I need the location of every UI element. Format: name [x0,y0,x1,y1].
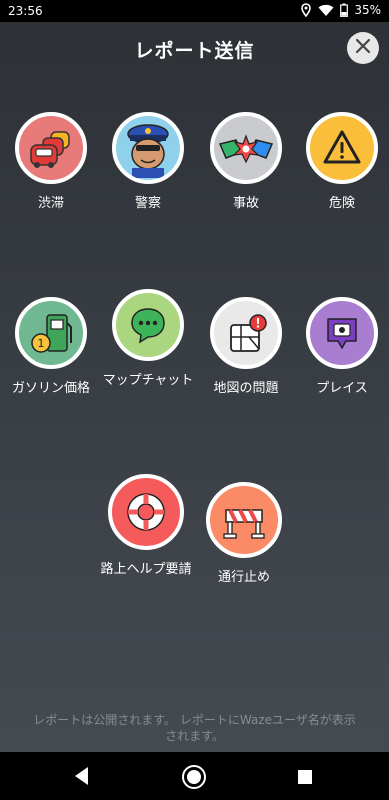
report-hazard[interactable]: 危険 [294,112,389,211]
report-traffic-jam[interactable]: 渋滞 [3,112,99,211]
report-label: 地図の問題 [213,381,279,396]
map-chat-icon [112,289,184,361]
report-crash[interactable]: 事故 [198,112,294,211]
report-map-chat[interactable]: マップチャット [100,289,196,388]
map-issue-icon [210,297,282,369]
public-notice-line2: されます。 [165,729,224,743]
report-label: ガソリン価格 [11,381,90,396]
battery-percent: 35% [354,3,381,17]
close-button[interactable] [347,32,379,64]
place-icon [306,297,378,369]
report-closure[interactable]: 通行止め [196,482,292,585]
status-bar: 23:56 35% [0,0,389,22]
gas-price-icon: 1 [15,297,87,369]
report-label: 事故 [232,196,259,211]
public-notice-line1: レポートは公開されます。 レポートにWazeユーザ名が表示 [33,713,356,727]
hazard-icon [306,112,378,184]
page-title: レポート送信 [134,40,255,62]
report-label: 渋滞 [37,196,64,211]
report-label: 通行止め [217,570,270,585]
report-label: 警察 [134,196,161,211]
svg-text:1: 1 [38,337,45,350]
location-icon [300,3,312,17]
report-roadside-help[interactable]: 路上ヘルプ要請 [98,474,194,577]
report-label: 危険 [328,196,355,211]
battery-icon [340,3,349,17]
recents-icon[interactable] [298,769,312,788]
police-icon [112,112,184,184]
back-icon[interactable] [72,764,90,792]
traffic-jam-icon [15,112,87,184]
roadside-help-icon [108,474,184,550]
closure-icon [206,482,282,558]
report-police[interactable]: 警察 [100,112,196,211]
report-place[interactable]: プレイス [294,297,389,396]
report-label: マップチャット [102,373,194,388]
navigation-bar [0,752,389,800]
report-label: 路上ヘルプ要請 [100,562,192,577]
close-icon [355,38,371,58]
status-time: 23:56 [8,4,43,18]
report-map-issue[interactable]: 地図の問題 [198,297,294,396]
public-notice: レポートは公開されます。 レポートにWazeユーザ名が表示 されます。 [0,712,389,744]
crash-icon [210,112,282,184]
wifi-icon [318,4,334,17]
home-icon[interactable] [181,764,207,794]
report-gas-price[interactable]: 1 ガソリン価格 [3,297,99,396]
report-label: プレイス [316,381,368,396]
